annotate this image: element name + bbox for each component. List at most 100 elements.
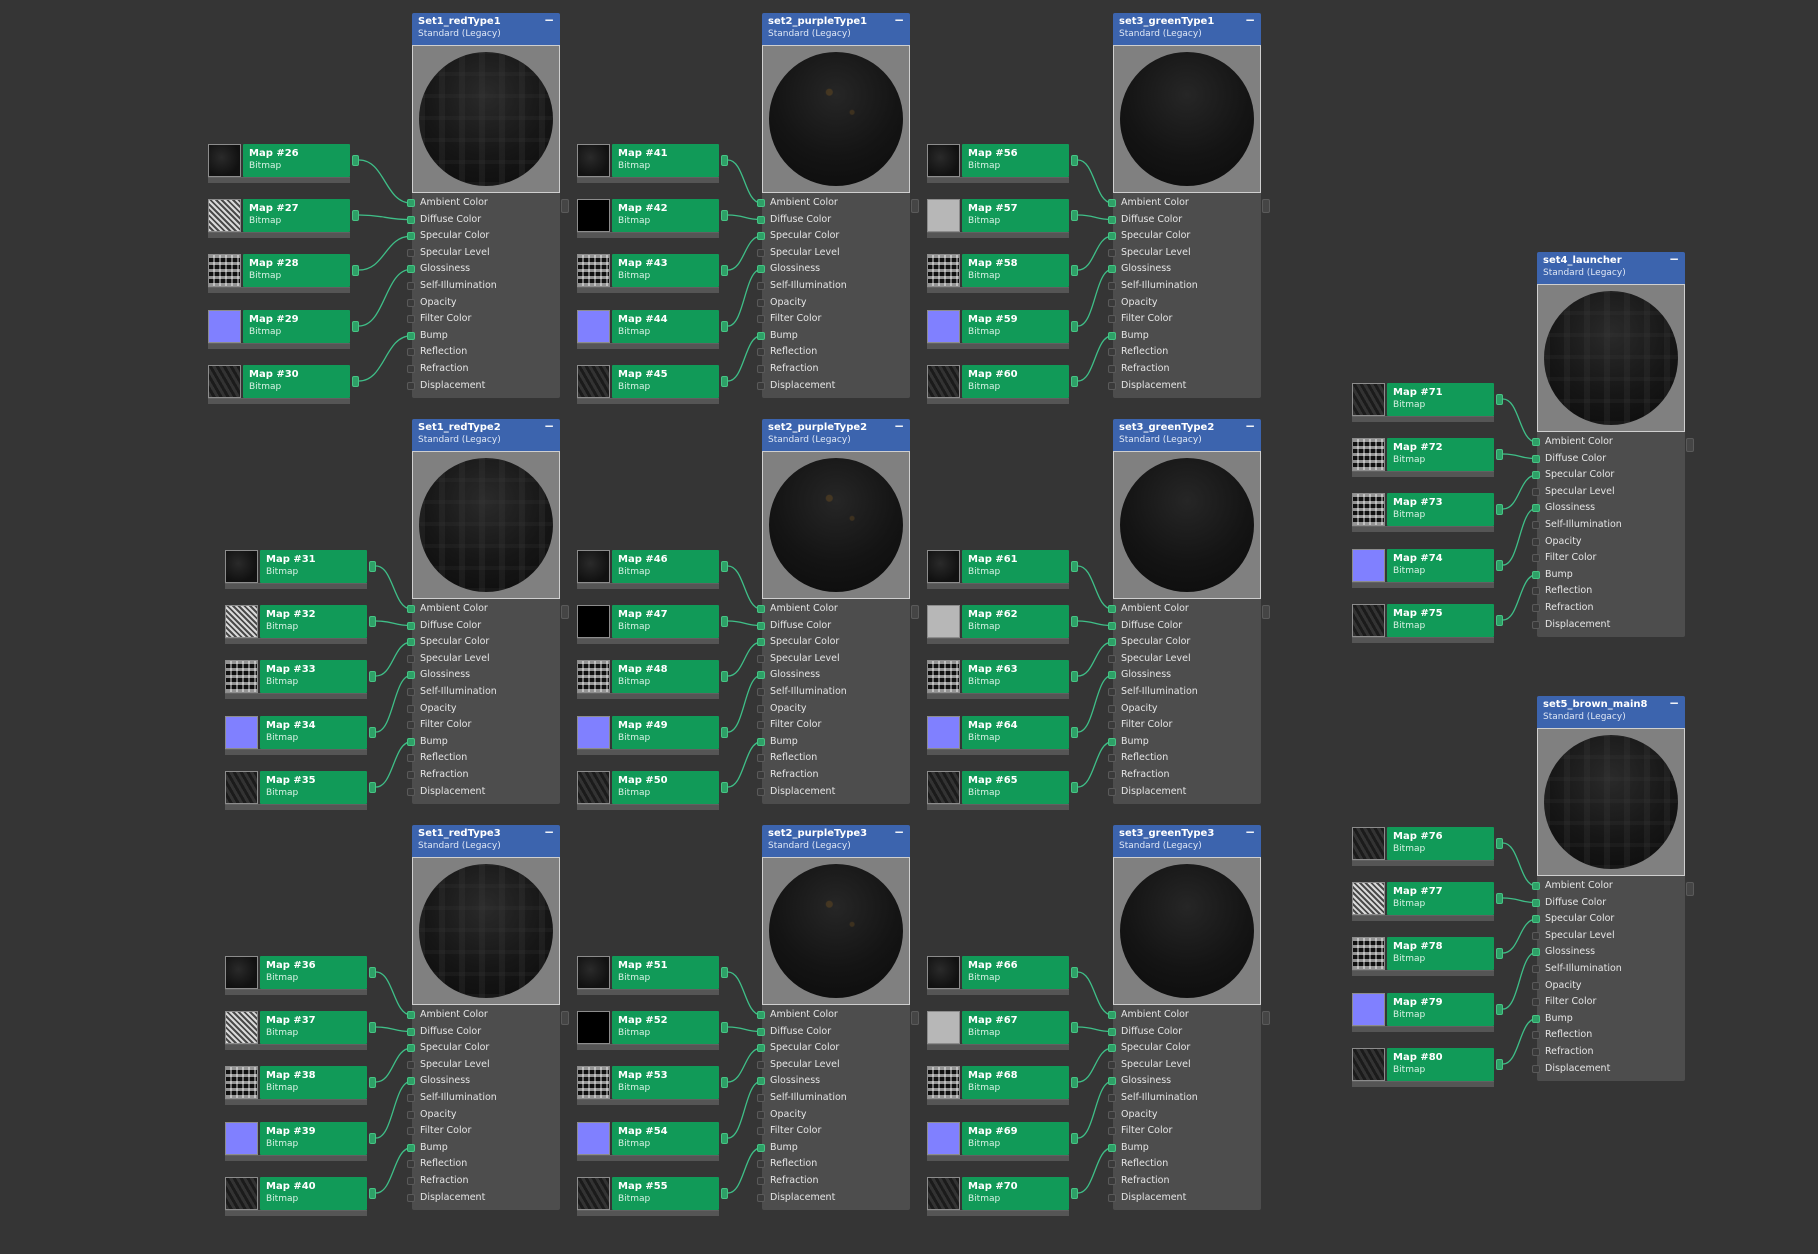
map-node-body[interactable]: Map #74 Bitmap [1387, 549, 1494, 582]
map-node[interactable]: Map #79 Bitmap [1352, 991, 1503, 1035]
map-output-socket[interactable] [1071, 1022, 1078, 1033]
slot-input-socket[interactable] [407, 248, 415, 257]
map-node-body[interactable]: Map #29 Bitmap [243, 310, 350, 343]
slot-input-socket[interactable] [757, 232, 765, 241]
minimize-icon[interactable]: − [1669, 252, 1679, 266]
material-slot-opacity[interactable]: Opacity [757, 701, 910, 718]
map-node-body[interactable]: Map #51 Bitmap [612, 956, 719, 989]
material-slot-specular-color[interactable]: Specular Color [1532, 911, 1685, 928]
map-node-body[interactable]: Map #32 Bitmap [260, 605, 367, 638]
material-slot-refraction[interactable]: Refraction [407, 1173, 560, 1190]
slot-input-socket[interactable] [1108, 1093, 1116, 1102]
material-slot-specular-level[interactable]: Specular Level [757, 1057, 910, 1074]
map-node-body[interactable]: Map #62 Bitmap [962, 605, 1069, 638]
material-slot-refraction[interactable]: Refraction [757, 767, 910, 784]
material-slot-glossiness[interactable]: Glossiness [407, 261, 560, 278]
map-node-body[interactable]: Map #66 Bitmap [962, 956, 1069, 989]
slot-input-socket[interactable] [1532, 570, 1540, 579]
slot-input-socket[interactable] [1108, 199, 1116, 207]
material-slot-bump[interactable]: Bump [757, 328, 910, 345]
slot-input-socket[interactable] [1108, 248, 1116, 257]
map-node-body[interactable]: Map #44 Bitmap [612, 310, 719, 343]
material-slot-specular-color[interactable]: Specular Color [407, 634, 560, 651]
map-output-socket[interactable] [1496, 504, 1503, 515]
material-slot-filter-color[interactable]: Filter Color [1108, 1123, 1261, 1140]
slot-input-socket[interactable] [1108, 315, 1116, 324]
material-slot-glossiness[interactable]: Glossiness [757, 667, 910, 684]
map-node[interactable]: Map #38 Bitmap [225, 1064, 376, 1108]
map-node-body[interactable]: Map #69 Bitmap [962, 1122, 1069, 1155]
map-output-socket[interactable] [1071, 561, 1078, 572]
map-output-socket[interactable] [1496, 1004, 1503, 1015]
slot-input-socket[interactable] [757, 704, 765, 713]
map-output-socket[interactable] [1071, 671, 1078, 682]
material-slot-glossiness[interactable]: Glossiness [407, 667, 560, 684]
slot-input-socket[interactable] [407, 298, 415, 307]
slot-input-socket[interactable] [1108, 1060, 1116, 1069]
slot-input-socket[interactable] [757, 671, 765, 680]
map-node[interactable]: Map #72 Bitmap [1352, 436, 1503, 480]
map-node[interactable]: Map #63 Bitmap [927, 658, 1078, 702]
material-output-socket[interactable] [911, 199, 919, 213]
map-node[interactable]: Map #41 Bitmap [577, 142, 728, 186]
material-slot-diffuse-color[interactable]: Diffuse Color [757, 1024, 910, 1041]
material-slot-glossiness[interactable]: Glossiness [757, 261, 910, 278]
map-output-socket[interactable] [352, 155, 359, 166]
material-slot-reflection[interactable]: Reflection [1108, 750, 1261, 767]
slot-input-socket[interactable] [757, 1077, 765, 1086]
slot-input-socket[interactable] [757, 1093, 765, 1102]
map-node-body[interactable]: Map #53 Bitmap [612, 1066, 719, 1099]
map-node[interactable]: Map #76 Bitmap [1352, 825, 1503, 869]
slot-input-socket[interactable] [1532, 1064, 1540, 1073]
material-slot-filter-color[interactable]: Filter Color [1108, 717, 1261, 734]
slot-input-socket[interactable] [1532, 948, 1540, 957]
slot-input-socket[interactable] [407, 331, 415, 340]
slot-input-socket[interactable] [757, 1044, 765, 1053]
slot-input-socket[interactable] [407, 1193, 415, 1202]
slot-input-socket[interactable] [1532, 998, 1540, 1007]
slot-input-socket[interactable] [407, 364, 415, 373]
material-header[interactable]: set2_purpleType3 Standard (Legacy) − [762, 825, 910, 857]
material-slot-glossiness[interactable]: Glossiness [1108, 1073, 1261, 1090]
map-output-socket[interactable] [1496, 449, 1503, 460]
map-node[interactable]: Map #49 Bitmap [577, 714, 728, 758]
map-node-body[interactable]: Map #59 Bitmap [962, 310, 1069, 343]
material-slot-specular-level[interactable]: Specular Level [1108, 1057, 1261, 1074]
material-slot-displacement[interactable]: Displacement [407, 1190, 560, 1207]
material-slot-ambient-color[interactable]: Ambient Color [1108, 601, 1261, 618]
map-output-socket[interactable] [369, 1077, 376, 1088]
map-node-body[interactable]: Map #39 Bitmap [260, 1122, 367, 1155]
map-output-socket[interactable] [721, 376, 728, 387]
slot-input-socket[interactable] [407, 381, 415, 390]
map-node[interactable]: Map #36 Bitmap [225, 954, 376, 998]
map-output-socket[interactable] [721, 1188, 728, 1199]
slot-input-socket[interactable] [407, 215, 415, 224]
minimize-icon[interactable]: − [1245, 13, 1255, 27]
material-slot-ambient-color[interactable]: Ambient Color [407, 195, 560, 212]
slot-input-socket[interactable] [757, 787, 765, 796]
slot-input-socket[interactable] [1532, 471, 1540, 480]
material-node[interactable]: Set1_redType1 Standard (Legacy) − Ambient C… [407, 13, 569, 399]
map-node[interactable]: Map #67 Bitmap [927, 1009, 1078, 1053]
slot-input-socket[interactable] [757, 298, 765, 307]
slot-input-socket[interactable] [407, 1011, 415, 1019]
slot-input-socket[interactable] [1108, 298, 1116, 307]
material-slot-filter-color[interactable]: Filter Color [1532, 550, 1685, 567]
slot-input-socket[interactable] [1108, 687, 1116, 696]
map-node-body[interactable]: Map #45 Bitmap [612, 365, 719, 398]
material-node[interactable]: set5_brown_main8 Standard (Legacy) − Ambien… [1532, 696, 1694, 1082]
map-node-body[interactable]: Map #54 Bitmap [612, 1122, 719, 1155]
map-node-body[interactable]: Map #64 Bitmap [962, 716, 1069, 749]
slot-input-socket[interactable] [757, 654, 765, 663]
slot-input-socket[interactable] [757, 770, 765, 779]
slot-input-socket[interactable] [757, 621, 765, 630]
slot-input-socket[interactable] [757, 1160, 765, 1169]
map-node[interactable]: Map #78 Bitmap [1352, 935, 1503, 979]
map-output-socket[interactable] [1071, 1133, 1078, 1144]
map-node[interactable]: Map #68 Bitmap [927, 1064, 1078, 1108]
slot-input-socket[interactable] [1108, 638, 1116, 647]
map-node[interactable]: Map #74 Bitmap [1352, 547, 1503, 591]
slot-input-socket[interactable] [1108, 1176, 1116, 1185]
slot-input-socket[interactable] [1108, 754, 1116, 763]
material-slot-self-illumination[interactable]: Self-Illumination [1108, 1090, 1261, 1107]
